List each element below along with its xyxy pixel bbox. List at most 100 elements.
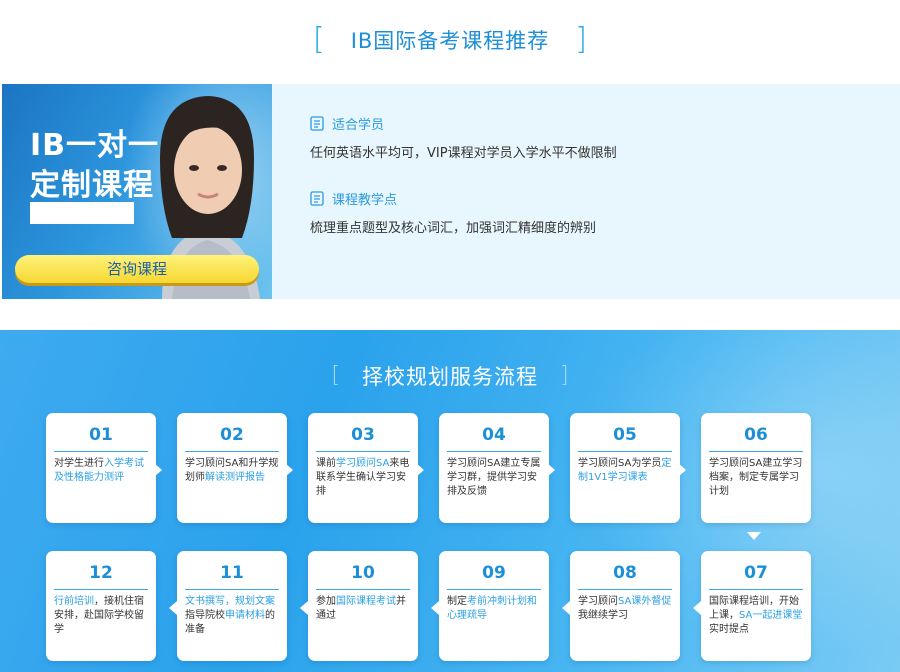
step-text-part: 指导院校 (185, 610, 225, 621)
step-text-part: 我继续学习 (578, 610, 628, 621)
audience-label: 适合学员 (332, 118, 385, 133)
step-divider (54, 451, 148, 452)
step-number: 01 (89, 425, 113, 445)
step-card: 12 行前培训，接机住宿安排，赴国际学校留学 (46, 551, 156, 661)
step-number: 07 (744, 563, 768, 583)
step-text: 学习顾问SA建立专属学习群，提供学习安排及反馈 (447, 457, 543, 499)
section-title-text: IB国际备考课程推荐 (350, 29, 550, 53)
step-card: 04 学习顾问SA建立专属学习群，提供学习安排及反馈 (439, 413, 555, 523)
section-title-text: 择校规划服务流程 (362, 365, 538, 389)
step-highlight: 国际课程考试 (336, 596, 396, 607)
step-divider (54, 589, 148, 590)
course-panel: IB一对一 定制课程 咨询课程 适合学员 任何英语水平均可，VIP课程对学员入学… (2, 84, 900, 299)
step-highlight: 学习顾问SA (336, 458, 390, 469)
step-text-part: 实时提点 (709, 624, 749, 635)
arrow-right-icon (154, 463, 162, 477)
step-highlight: SA一起进课堂 (739, 610, 803, 621)
step-text-part: 学习顾问SA为学员 (578, 458, 662, 469)
step-highlight: 申请材料 (225, 610, 265, 621)
arrow-right-icon (547, 463, 555, 477)
step-text: 学习顾问SA为学员定制1V1学习课表 (578, 457, 674, 485)
step-text: 行前培训，接机住宿安排，赴国际学校留学 (54, 595, 150, 637)
step-text: 对学生进行入学考试及性格能力测评 (54, 457, 150, 485)
banner-title-line2: 定制课程 (30, 168, 154, 203)
step-number: 04 (482, 425, 506, 445)
step-text: 参加国际课程考试并通过 (316, 595, 412, 623)
step-card: 10 参加国际课程考试并通过 (300, 551, 418, 661)
points-block: 课程教学点 梳理重点题型及核心词汇，加强词汇精细度的辨别 (310, 189, 617, 236)
step-number: 09 (482, 563, 506, 583)
step-number: 11 (220, 563, 244, 583)
title-bracket-left: [ (331, 363, 340, 388)
arrow-left-icon (169, 601, 177, 615)
step-card: 07 国际课程培训，开始上课，SA一起进课堂实时提点 (693, 551, 811, 661)
step-number: 02 (220, 425, 244, 445)
step-text-part: 学习顾问SA建立学习档案，制定专属学习计划 (709, 458, 803, 497)
step-divider (316, 451, 410, 452)
step-divider (316, 589, 410, 590)
step-text: 国际课程培训，开始上课，SA一起进课堂实时提点 (709, 595, 805, 637)
audience-block: 适合学员 任何英语水平均可，VIP课程对学员入学水平不做限制 (310, 114, 617, 161)
points-text: 梳理重点题型及核心词汇，加强词汇精细度的辨别 (310, 221, 597, 236)
step-divider (578, 451, 672, 452)
step-card: 09 制定考前冲刺计划和心理疏导 (431, 551, 549, 661)
step-divider (447, 589, 541, 590)
step-text: 制定考前冲刺计划和心理疏导 (447, 595, 543, 623)
step-number: 10 (351, 563, 375, 583)
page: [ IB国际备考课程推荐] IB一对一 定制课程 咨询课程 适合学员 任何英语水平… (0, 0, 900, 672)
step-text-part: 对学生进行 (54, 458, 104, 469)
document-icon (310, 116, 324, 131)
step-divider (447, 451, 541, 452)
step-divider (185, 451, 279, 452)
arrow-right-icon (285, 463, 293, 477)
arrow-right-icon (416, 463, 424, 477)
arrow-left-icon (693, 601, 701, 615)
consult-course-button[interactable]: 咨询课程 (15, 255, 259, 283)
step-text: 学习顾问SA建立学习档案，制定专属学习计划 (709, 457, 805, 499)
step-text-part: 学习顾问 (578, 596, 618, 607)
step-card: 05 学习顾问SA为学员定制1V1学习课表 (570, 413, 686, 523)
section-title-process: [ 择校规划服务流程] (0, 358, 900, 394)
step-text-part: 课前 (316, 458, 336, 469)
step-number: 05 (613, 425, 637, 445)
step-text: 文书撰写，规划文案指导院校申请材料的准备 (185, 595, 281, 637)
step-card: 11 文书撰写，规划文案指导院校申请材料的准备 (169, 551, 287, 661)
arrow-right-icon (678, 463, 686, 477)
step-text-part: 制定 (447, 596, 467, 607)
step-card: 02 学习顾问SA和升学规划师解读测评报告 (177, 413, 293, 523)
step-number: 12 (89, 563, 113, 583)
step-divider (709, 589, 803, 590)
step-card: 03 课前学习顾问SA来电联系学生确认学习安排 (308, 413, 424, 523)
audience-text: 任何英语水平均可，VIP课程对学员入学水平不做限制 (310, 146, 617, 161)
step-text: 学习顾问SA和升学规划师解读测评报告 (185, 457, 281, 485)
step-card: 01 对学生进行入学考试及性格能力测评 (46, 413, 162, 523)
points-label: 课程教学点 (332, 193, 398, 208)
step-highlight: SA课外督促 (618, 596, 672, 607)
arrow-left-icon (562, 601, 570, 615)
step-divider (578, 589, 672, 590)
banner-white-bar (30, 202, 134, 224)
points-label-row: 课程教学点 (310, 189, 617, 209)
step-card: 08 学习顾问SA课外督促我继续学习 (562, 551, 680, 661)
course-banner: IB一对一 定制课程 咨询课程 (2, 84, 272, 299)
step-highlight: 解读测评报告 (205, 472, 265, 483)
title-bracket-right: ] (575, 22, 588, 57)
step-text-part: 参加 (316, 596, 336, 607)
title-bracket-left: [ (312, 22, 325, 57)
audience-label-row: 适合学员 (310, 114, 617, 134)
step-divider (709, 451, 803, 452)
arrow-left-icon (300, 601, 308, 615)
step-highlight: 文书撰写，规划文案 (185, 596, 275, 607)
step-number: 03 (351, 425, 375, 445)
arrow-down-icon (747, 532, 761, 540)
title-bracket-right: ] (560, 363, 569, 388)
section-title-courses: [ IB国际备考课程推荐] (0, 22, 900, 62)
banner-title-line1: IB一对一 (30, 128, 160, 163)
step-text-part: 学习顾问SA建立专属学习群，提供学习安排及反馈 (447, 458, 541, 497)
document-icon (310, 191, 324, 206)
step-highlight: 行前培训 (54, 596, 94, 607)
step-card: 06 学习顾问SA建立学习档案，制定专属学习计划 (701, 413, 811, 523)
step-text: 学习顾问SA课外督促我继续学习 (578, 595, 674, 623)
step-divider (185, 589, 279, 590)
step-number: 06 (744, 425, 768, 445)
